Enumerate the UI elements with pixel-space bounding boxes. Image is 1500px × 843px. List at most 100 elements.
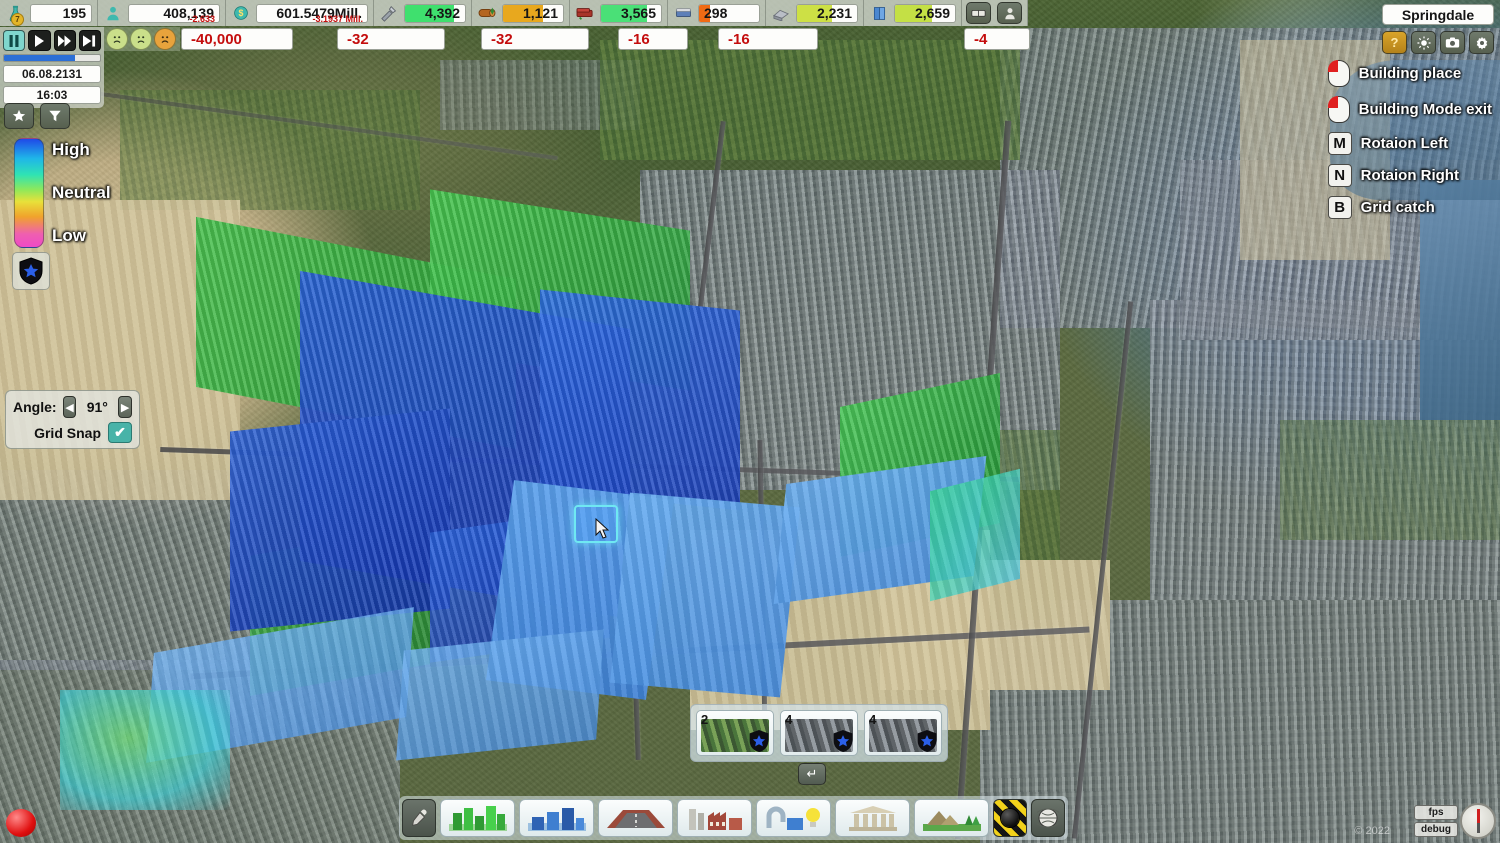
- tool-picker[interactable]: [402, 799, 436, 837]
- build-card-1[interactable]: 2: [696, 710, 774, 756]
- tool-roads[interactable]: [598, 799, 673, 837]
- tool-utilities[interactable]: [756, 799, 831, 837]
- resource-population[interactable]: 408,139 -2,633: [98, 0, 226, 26]
- tool-world[interactable]: [1031, 799, 1065, 837]
- resource-tools[interactable]: 4,392: [374, 0, 472, 26]
- police-shield-icon: [832, 729, 854, 753]
- books-value: 298: [698, 4, 760, 23]
- help-glyph: ?: [1391, 35, 1399, 50]
- tool-demolish[interactable]: [993, 799, 1027, 837]
- sad-face-icon-1: [106, 28, 128, 50]
- money-icon: $: [230, 3, 252, 23]
- build-card-3[interactable]: 4: [864, 710, 942, 756]
- camera-icon[interactable]: [1440, 31, 1465, 54]
- play-button[interactable]: [28, 30, 50, 51]
- angle-increase-button[interactable]: ▶: [118, 396, 132, 418]
- date-display: 06.08.2131: [3, 65, 101, 83]
- tools-delta: -32: [337, 28, 445, 50]
- books-delta: -16: [718, 28, 818, 50]
- hint-building-place: Building place: [1328, 60, 1492, 87]
- grid-snap-label: Grid Snap: [34, 425, 101, 441]
- bricks-value: 3,565: [600, 4, 662, 23]
- population-value: 408,139 -2,633: [128, 4, 220, 23]
- happiness-row: -40,000 -32 -32 -16 -16 -4: [104, 27, 1030, 51]
- gear-icon[interactable]: [1469, 31, 1494, 54]
- happiness-faces: [104, 27, 180, 51]
- resource-research[interactable]: 7 195: [0, 0, 98, 26]
- resource-goods[interactable]: 2,659: [864, 0, 962, 26]
- mouse-left-icon: [1328, 60, 1350, 87]
- mouse-right-icon: [1328, 96, 1350, 123]
- city-name-field[interactable]: Springdale: [1382, 4, 1494, 25]
- svg-text:$: $: [239, 8, 244, 18]
- hint-label-2: Rotaion Left: [1361, 135, 1449, 152]
- pause-button[interactable]: [3, 30, 25, 51]
- sad-face-icon-2: [130, 28, 152, 50]
- overlay-legend: High Neutral Low: [14, 138, 134, 248]
- build-card-2[interactable]: 4: [780, 710, 858, 756]
- tool-civic[interactable]: [835, 799, 910, 837]
- temple-icon: [842, 804, 904, 832]
- money-value: 601.5479Mill. -3.1937 Mill.: [256, 4, 368, 23]
- build-card-3-count: 4: [869, 712, 876, 727]
- funnel-icon[interactable]: [40, 103, 70, 129]
- hint-label-4: Grid catch: [1361, 199, 1435, 216]
- worker-icon[interactable]: [997, 2, 1022, 24]
- angle-label: Angle:: [13, 399, 57, 415]
- time-progress-bar: [3, 54, 101, 62]
- tool-landscape[interactable]: [914, 799, 989, 837]
- eyedropper-icon: [409, 808, 429, 828]
- skip-button[interactable]: [79, 30, 101, 51]
- resource-bricks[interactable]: 3,565: [570, 0, 668, 26]
- keycap-b: B: [1328, 196, 1352, 219]
- keycap-n: N: [1328, 164, 1352, 187]
- resource-money[interactable]: $ 601.5479Mill. -3.1937 Mill.: [226, 0, 374, 26]
- wood-delta: -32: [481, 28, 589, 50]
- map-tool-buttons: [4, 103, 70, 129]
- question-icon[interactable]: ?: [1382, 31, 1407, 54]
- grid-snap-checkbox[interactable]: ✔: [108, 422, 132, 443]
- log-icon: [476, 3, 498, 23]
- clock-display: 16:03: [3, 86, 101, 104]
- hint-grid-catch: B Grid catch: [1328, 196, 1492, 219]
- tool-commercial[interactable]: [519, 799, 594, 837]
- angle-decrease-button[interactable]: ◀: [63, 396, 77, 418]
- alert-marker[interactable]: [6, 809, 36, 837]
- overlay-type-button[interactable]: [12, 252, 50, 290]
- sun-icon[interactable]: [1411, 31, 1436, 54]
- mouse-cursor: [595, 518, 611, 540]
- fast-forward-button[interactable]: [54, 30, 76, 51]
- tool-industry[interactable]: [677, 799, 752, 837]
- tool-residential[interactable]: [440, 799, 515, 837]
- police-shield-icon: [18, 257, 44, 285]
- build-card-1-count: 2: [701, 712, 708, 727]
- speed-buttons: [3, 30, 101, 51]
- sad-face-icon-3: [154, 28, 176, 50]
- resource-books[interactable]: 298: [668, 0, 766, 26]
- fps-button[interactable]: fps: [1414, 805, 1458, 820]
- compass[interactable]: [1460, 803, 1496, 839]
- residential-icon: [447, 804, 509, 832]
- furniture-icon: [770, 3, 792, 23]
- bricks-delta: -16: [618, 28, 688, 50]
- furniture-value: 2,231: [796, 4, 858, 23]
- building-variant-panel: 2 4 4: [690, 704, 948, 762]
- tools-icon: [378, 3, 400, 23]
- keycap-m: M: [1328, 132, 1352, 155]
- resource-wood[interactable]: 1,121: [472, 0, 570, 26]
- globe-icon: [1037, 807, 1059, 829]
- road-icon: [605, 804, 667, 832]
- confirm-button[interactable]: ↵: [798, 763, 826, 785]
- hint-building-mode-exit: Building Mode exit: [1328, 96, 1492, 123]
- key-hints-panel: Building place Building Mode exit M Rota…: [1328, 60, 1492, 219]
- debug-button[interactable]: debug: [1414, 822, 1458, 837]
- commercial-icon: [526, 804, 588, 832]
- police-shield-icon: [748, 729, 770, 753]
- hint-label-3: Rotaion Right: [1361, 167, 1459, 184]
- star-icon[interactable]: [4, 103, 34, 129]
- bed-icon[interactable]: [966, 2, 991, 24]
- resource-furniture[interactable]: 2,231: [766, 0, 864, 26]
- extra-buttons: [962, 0, 1028, 26]
- flask-icon: 7: [4, 3, 26, 23]
- legend-gradient: [14, 138, 44, 248]
